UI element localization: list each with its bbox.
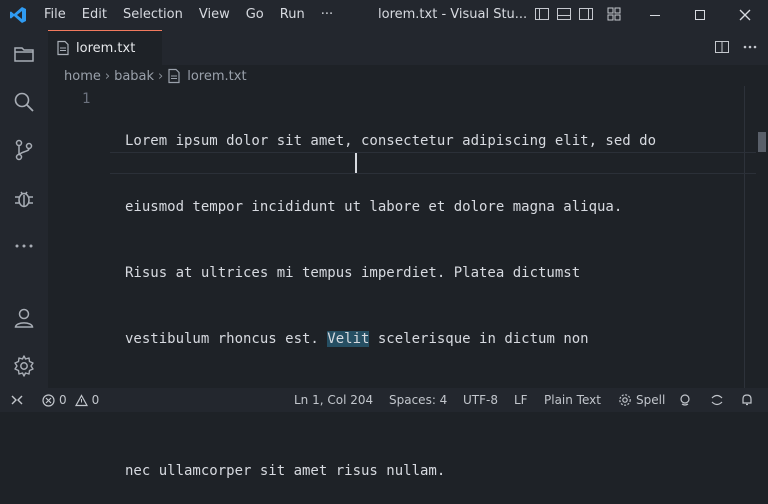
menu-more[interactable]: ··· — [313, 0, 341, 30]
error-count: 0 — [59, 393, 67, 407]
overview-ruler — [744, 86, 745, 388]
file-icon — [167, 68, 181, 84]
menu-edit[interactable]: Edit — [74, 0, 115, 30]
warning-icon — [74, 393, 88, 406]
vscode-logo-icon — [0, 0, 36, 30]
menu-selection[interactable]: Selection — [115, 0, 191, 30]
spell-gear-icon — [619, 394, 631, 406]
search-icon[interactable] — [0, 78, 48, 126]
spell-label: Spell — [636, 393, 666, 407]
title-bar: File Edit Selection View Go Run ··· lore… — [0, 0, 768, 30]
text-line: vestibulum rhoncus est. Velit scelerisqu… — [125, 328, 656, 350]
split-editor-icon[interactable] — [714, 39, 730, 59]
language-mode[interactable]: Plain Text — [544, 388, 601, 412]
account-icon[interactable] — [0, 294, 48, 342]
minimize-button[interactable] — [632, 0, 678, 30]
encoding[interactable]: UTF-8 — [463, 388, 498, 412]
bell-icon[interactable] — [740, 388, 758, 412]
breadcrumb-babak[interactable]: babak — [114, 69, 154, 84]
close-button[interactable] — [722, 0, 768, 30]
menu-run[interactable]: Run — [272, 0, 313, 30]
toggle-panel-icon[interactable] — [556, 6, 572, 22]
toggle-sidebar-icon[interactable] — [534, 6, 550, 22]
problems-indicator[interactable]: 0 0 — [42, 388, 99, 412]
breadcrumb: home › babak › lorem.txt — [64, 66, 247, 86]
window-title: lorem.txt - Visual Stu... — [378, 7, 528, 22]
breadcrumb-file[interactable]: lorem.txt — [187, 69, 246, 84]
scrollbar-thumb[interactable] — [758, 132, 766, 152]
error-icon — [42, 393, 55, 407]
menu-file[interactable]: File — [36, 0, 74, 30]
menu-go[interactable]: Go — [238, 0, 272, 30]
indentation[interactable]: Spaces: 4 — [389, 388, 447, 412]
maximize-icon — [695, 10, 705, 20]
text-line: eiusmod tempor incididunt ut labore et d… — [125, 199, 623, 215]
close-icon — [739, 9, 751, 21]
status-bar: 0 0 Ln 1, Col 204 Spaces: 4 UTF-8 LF Pla… — [0, 388, 768, 412]
tab-lorem-txt[interactable]: lorem.txt — [48, 30, 162, 65]
more-actions-icon[interactable] — [742, 39, 758, 59]
chevron-right-icon: › — [158, 68, 164, 84]
text-segment: scelerisque in dictum non — [369, 331, 589, 347]
toggle-secondary-sidebar-icon[interactable] — [578, 6, 594, 22]
customize-layout-icon[interactable] — [606, 6, 622, 22]
more-icon[interactable] — [0, 222, 48, 270]
activity-bar — [0, 30, 48, 388]
maximize-button[interactable] — [677, 0, 723, 30]
editor-text[interactable]: Lorem ipsum dolor sit amet, consectetur … — [125, 86, 656, 504]
line-number: 1 — [82, 91, 91, 107]
breadcrumb-home[interactable]: home — [64, 69, 101, 84]
text-segment: vestibulum rhoncus est. — [125, 331, 328, 347]
remote-indicator[interactable] — [10, 388, 28, 412]
file-icon — [56, 40, 70, 56]
source-control-icon[interactable] — [0, 126, 48, 174]
spell-checker[interactable]: Spell — [618, 388, 665, 412]
explorer-icon[interactable] — [0, 30, 48, 78]
end-of-line[interactable]: LF — [514, 388, 528, 412]
tab-bar: lorem.txt — [48, 30, 768, 65]
text-line: Risus at ultrices mi tempus imperdiet. P… — [125, 265, 581, 281]
text-line: nec ullamcorper sit amet risus nullam. — [125, 463, 446, 479]
layout-controls — [534, 6, 622, 22]
minimize-icon — [650, 15, 660, 16]
chevron-right-icon: › — [104, 68, 111, 84]
tab-label: lorem.txt — [76, 40, 136, 56]
text-cursor — [355, 153, 357, 173]
settings-icon[interactable] — [0, 342, 48, 390]
warning-count: 0 — [91, 393, 100, 407]
feedback-icon[interactable] — [678, 388, 696, 412]
text-line: Lorem ipsum dolor sit amet, consectetur … — [125, 133, 657, 149]
menu-view[interactable]: View — [191, 0, 238, 30]
debug-icon[interactable] — [0, 174, 48, 222]
sync-icon[interactable] — [710, 388, 728, 412]
remote-icon — [11, 395, 23, 405]
cursor-position[interactable]: Ln 1, Col 204 — [294, 388, 373, 412]
selected-text: Velit — [327, 331, 370, 347]
